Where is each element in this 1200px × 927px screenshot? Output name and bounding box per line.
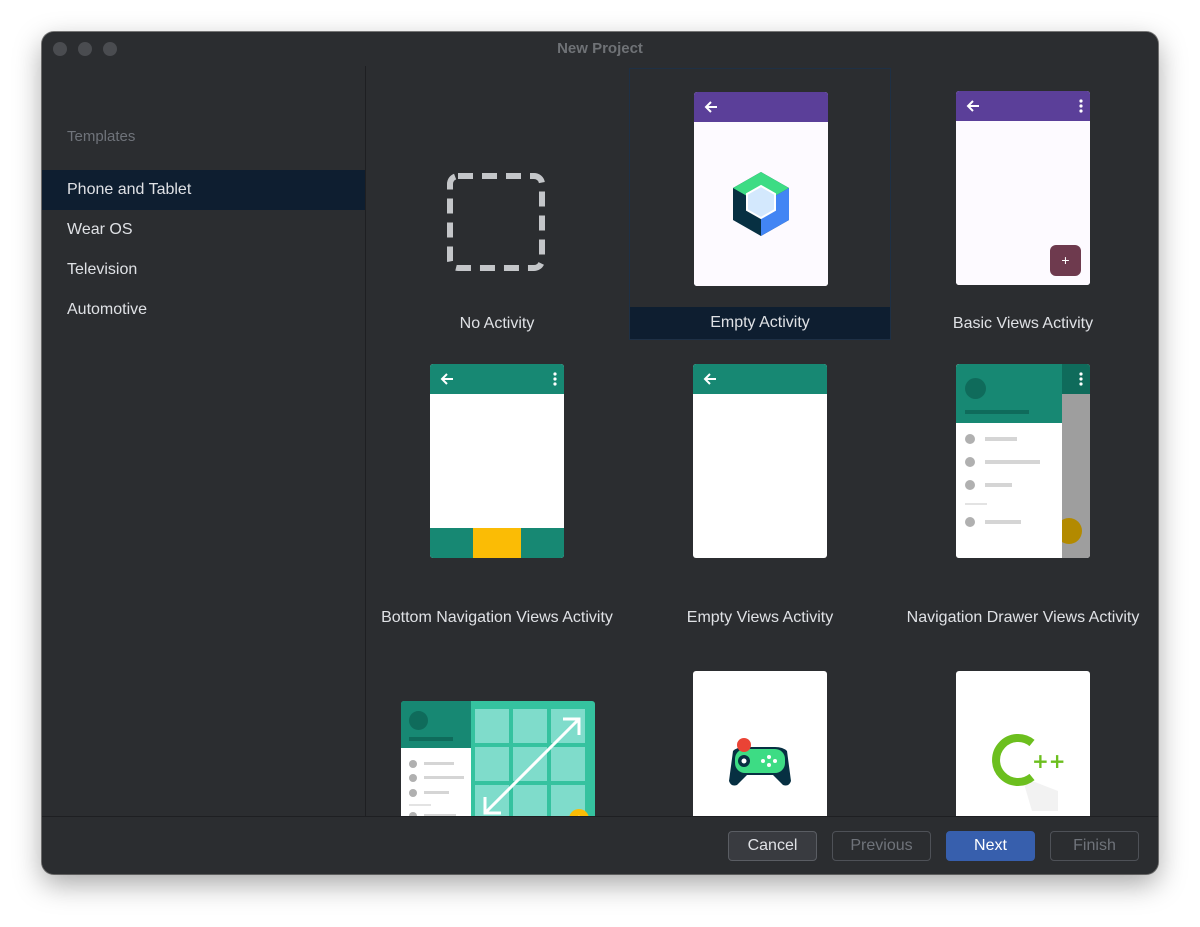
resize-grid-icon — [475, 709, 585, 816]
template-responsive-views-activity[interactable]: + — [366, 636, 628, 816]
back-arrow-icon — [966, 100, 979, 112]
back-arrow-icon — [440, 373, 453, 385]
navigation-drawer — [956, 364, 1062, 558]
template-label: Navigation Drawer Views Activity — [906, 609, 1140, 626]
dialog-footer: Cancel Previous Next Finish — [42, 816, 1158, 874]
more-vert-icon — [1079, 99, 1083, 113]
new-project-window: New Project Templates Phone and Tablet W… — [42, 32, 1158, 874]
phone-preview: + — [956, 91, 1090, 285]
phone-preview — [693, 364, 827, 558]
template-label: Empty Views Activity — [686, 609, 834, 626]
tablet-preview: + — [401, 701, 595, 816]
bottom-nav-selected-item — [473, 528, 521, 558]
app-bar — [956, 91, 1090, 121]
sidebar-item-phone-and-tablet[interactable]: Phone and Tablet — [42, 170, 365, 210]
app-bar — [694, 92, 828, 122]
previous-button[interactable]: Previous — [832, 831, 931, 861]
back-arrow-icon — [703, 373, 716, 385]
template-label: No Activity — [459, 315, 535, 332]
template-no-activity[interactable]: No Activity — [366, 68, 628, 340]
sidebar-item-automotive[interactable]: Automotive — [42, 290, 365, 330]
template-navigation-drawer-views-activity[interactable]: Navigation Drawer Views Activity — [892, 362, 1154, 634]
sidebar-header: Templates — [67, 128, 136, 145]
template-gallery: No Activity Empty Activity + Basic Views… — [366, 66, 1158, 816]
game-controller-icon — [729, 738, 791, 786]
cpp-plus-text: ++ — [1032, 749, 1066, 773]
bottom-navigation-bar — [430, 528, 564, 558]
app-bar — [693, 364, 827, 394]
phone-preview: ++ — [956, 671, 1090, 816]
template-native-cpp[interactable]: ++ — [892, 636, 1154, 816]
fab-button-preview: + — [1050, 245, 1081, 276]
sidebar-item-wear-os[interactable]: Wear OS — [42, 210, 365, 250]
template-label: Empty Activity — [630, 307, 890, 339]
template-label: Basic Views Activity — [952, 315, 1094, 332]
phone-preview — [956, 364, 1090, 558]
template-empty-views-activity[interactable]: Empty Views Activity — [629, 362, 891, 634]
template-bottom-navigation-views-activity[interactable]: Bottom Navigation Views Activity — [366, 362, 628, 634]
more-vert-icon — [553, 372, 557, 386]
avatar — [409, 711, 428, 730]
next-button[interactable]: Next — [946, 831, 1035, 861]
template-basic-views-activity[interactable]: + Basic Views Activity — [892, 68, 1154, 340]
finish-button[interactable]: Finish — [1050, 831, 1139, 861]
category-sidebar: Templates Phone and Tablet Wear OS Telev… — [42, 66, 366, 816]
cancel-button[interactable]: Cancel — [728, 831, 817, 861]
back-arrow-icon — [704, 101, 717, 113]
avatar — [965, 378, 986, 399]
template-label: Bottom Navigation Views Activity — [381, 609, 613, 626]
jetpack-compose-logo-icon — [733, 172, 789, 236]
more-vert-icon — [1079, 372, 1083, 386]
app-bar — [430, 364, 564, 394]
template-empty-activity[interactable]: Empty Activity — [629, 68, 891, 340]
sidebar-item-television[interactable]: Television — [42, 250, 365, 290]
title-bar: New Project — [42, 32, 1158, 66]
phone-preview — [430, 364, 564, 558]
window-title: New Project — [557, 40, 643, 57]
dashed-square-icon — [447, 173, 545, 271]
phone-preview — [693, 671, 827, 816]
template-game-activity[interactable] — [629, 636, 891, 816]
phone-preview — [694, 92, 828, 286]
